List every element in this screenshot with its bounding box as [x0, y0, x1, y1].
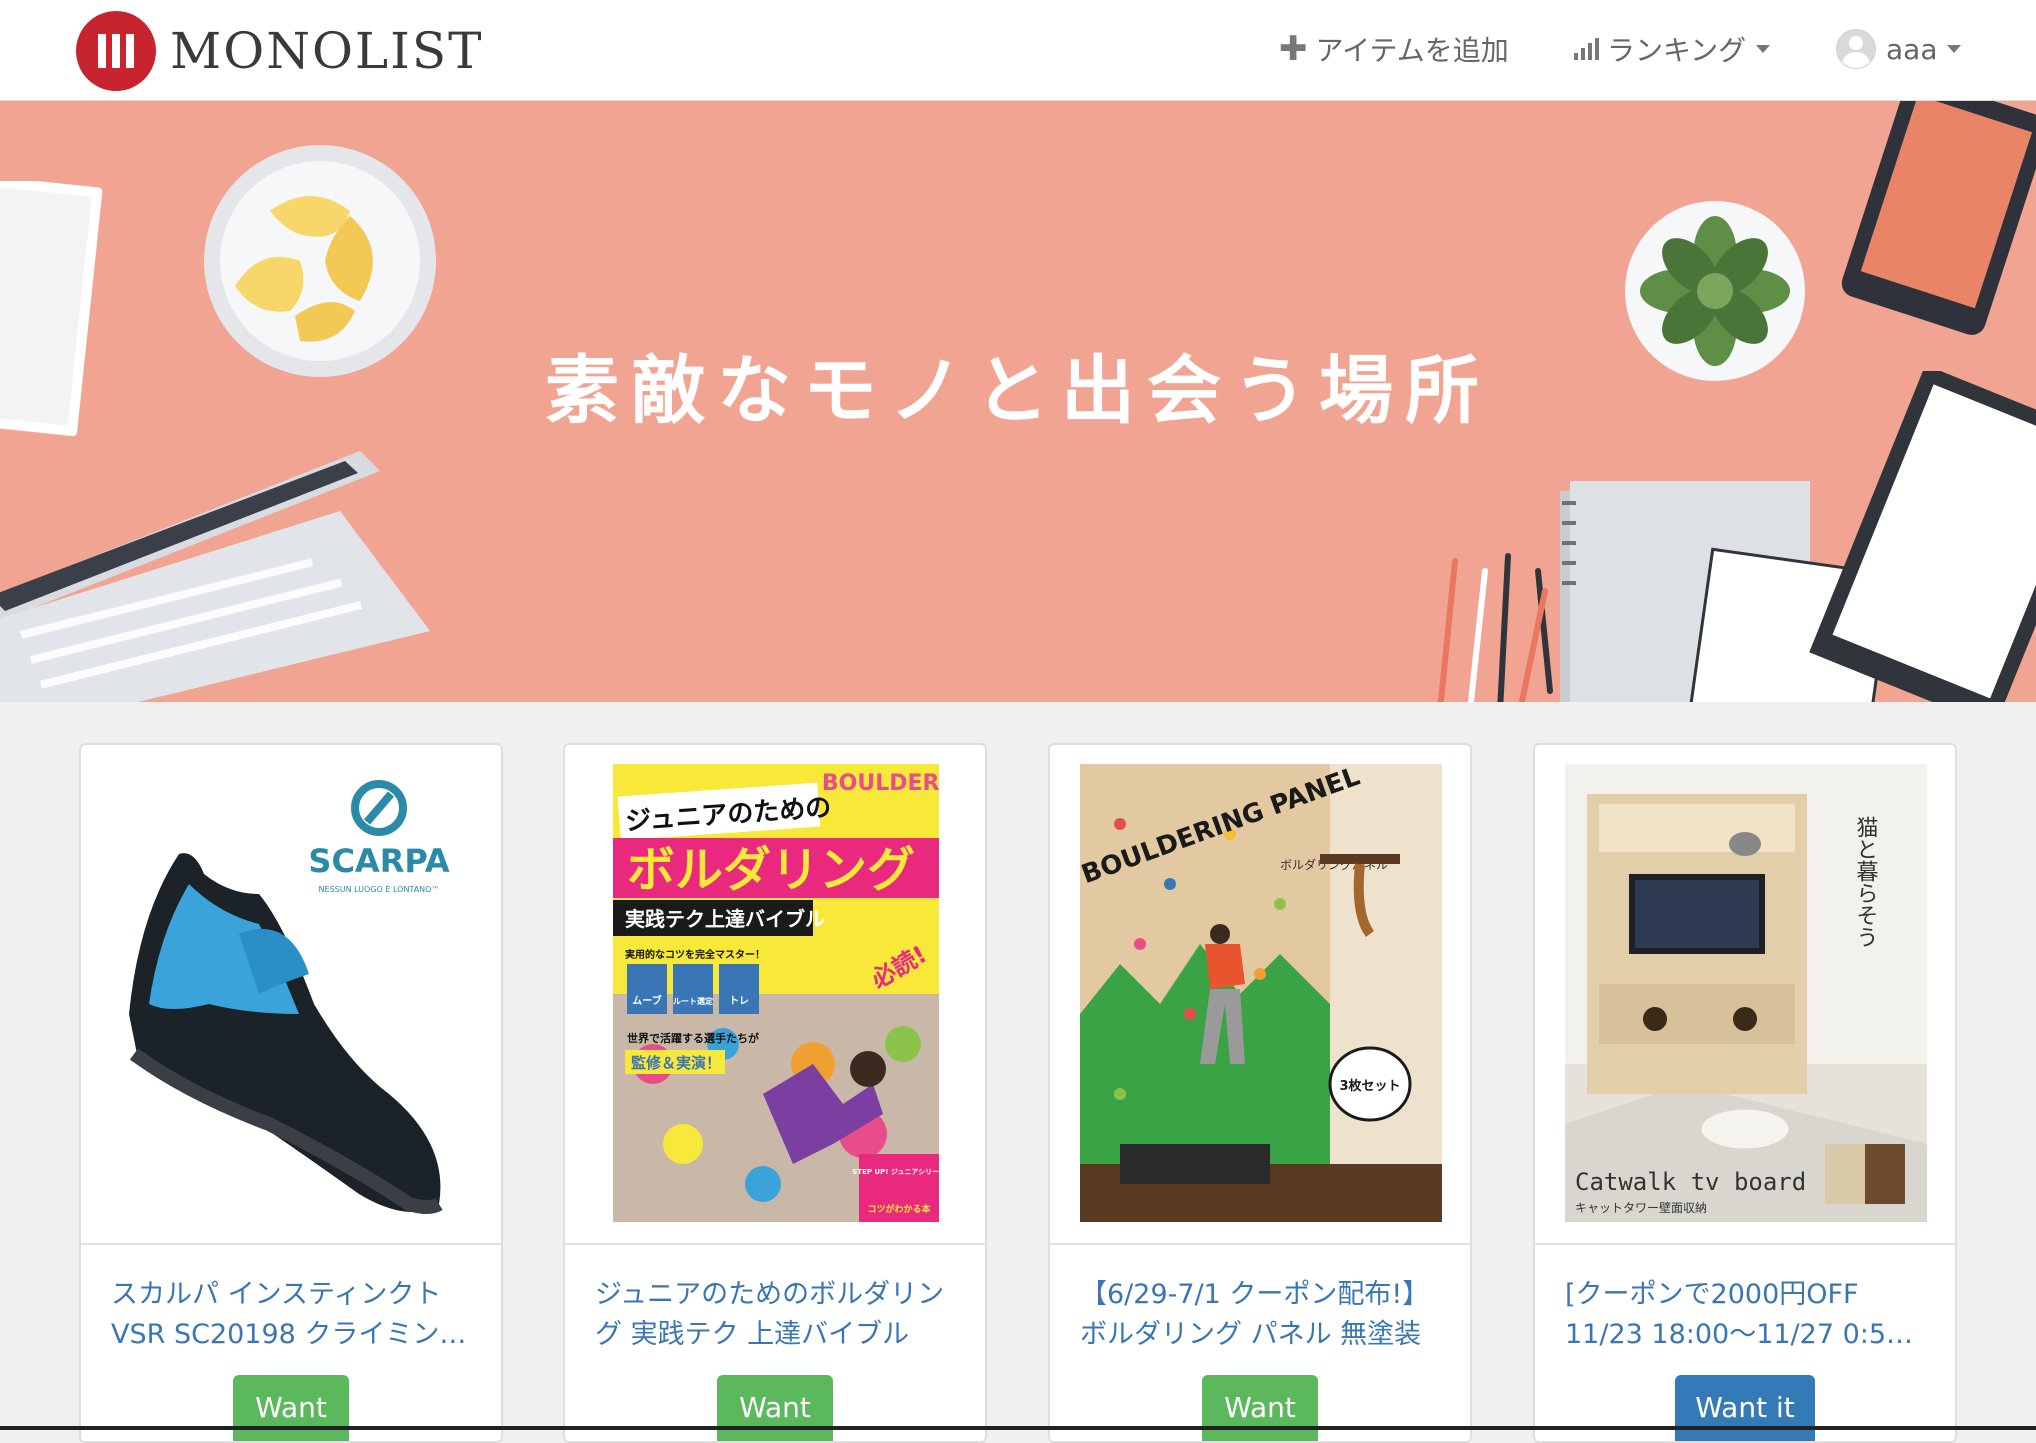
ranking-label: ランキング — [1607, 34, 1747, 67]
item-image[interactable]: SCARPA NESSUN LUOGO È LONTANO™ — [109, 764, 471, 1222]
scarpa-tagline: NESSUN LUOGO È LONTANO™ — [319, 883, 440, 894]
cover-line2: ボルダリング — [627, 842, 915, 898]
item-title-link[interactable]: 【6/29-7/1 クーポン配布!】ボルダリング パネル 無塗装 — [1080, 1275, 1440, 1355]
cover-sub3: 監修＆実演！ — [631, 1054, 721, 1072]
window-bottom-edge — [0, 1426, 2036, 1430]
item-card: BOULDERING ジュニアのための ボルダリング 実践テク上達バイブル 実用… — [563, 743, 987, 1443]
ranking-dropdown[interactable]: ランキング — [1574, 28, 1771, 70]
plus-icon: ✚ — [1279, 29, 1308, 69]
caret-down-icon — [1947, 45, 1962, 53]
want-it-button[interactable]: Want it — [1675, 1375, 1815, 1441]
product-sub: キャットタワー壁面収納 — [1575, 1200, 1707, 1215]
brand-logo-link[interactable]: MONOLIST — [76, 11, 484, 91]
signal-bars-icon — [1574, 38, 1599, 60]
avatar — [1836, 29, 1876, 69]
item-image[interactable]: BOULDERING PANEL ボルダリングパネル 3枚セット — [1080, 764, 1442, 1222]
want-button[interactable]: Want — [233, 1375, 349, 1441]
item-card: 猫と暮らそう Catwalk tv board キャットタワー壁面収納 [クーポ… — [1533, 743, 1957, 1443]
card-divider — [1050, 1243, 1470, 1245]
item-title-link[interactable]: [クーポンで2000円OFF 11/23 18:00〜11/27 0:59] キ… — [1565, 1275, 1925, 1355]
user-name: aaa — [1886, 32, 1938, 66]
want-button[interactable]: Want — [717, 1375, 833, 1441]
item-card: BOULDERING PANEL ボルダリングパネル 3枚セット 【6/29-7… — [1048, 743, 1472, 1443]
card-divider — [81, 1243, 501, 1245]
scarpa-logo-text: SCARPA — [308, 842, 449, 880]
laptop-illustration — [0, 451, 430, 702]
navbar: MONOLIST ✚ アイテムを追加 ランキング aaa — [0, 0, 2036, 101]
hero-banner: 素敵なモノと出会う場所 — [0, 101, 2036, 702]
item-card: SCARPA NESSUN LUOGO È LONTANO™ スカルパ インステ… — [79, 743, 503, 1443]
monolist-logo-icon — [76, 11, 156, 91]
panel-set-label: 3枚セット — [1339, 1078, 1400, 1094]
cover-badge1: ムーブ — [632, 994, 661, 1007]
product-name: Catwalk tv board — [1575, 1168, 1806, 1196]
hero-title: 素敵なモノと出会う場所 — [545, 348, 1491, 434]
want-button[interactable]: Want — [1202, 1375, 1318, 1441]
cover-line3: 実践テク上達バイブル — [625, 907, 825, 931]
add-item-label: アイテムを追加 — [1315, 34, 1509, 67]
tablet-illustration — [1841, 101, 2036, 335]
cover-badge2: ルート選定 — [673, 996, 713, 1006]
vertical-slogan: 猫と暮らそう — [1853, 816, 1879, 948]
cover-badge3: トレ — [729, 995, 749, 1007]
cover-series: STEP UP! ジュニアシリーズ — [852, 1167, 939, 1176]
brand-name: MONOLIST — [170, 22, 484, 80]
card-divider — [1535, 1243, 1955, 1245]
cover-sub2: 世界で活躍する選手たちが — [627, 1031, 759, 1045]
caret-down-icon — [1756, 45, 1771, 53]
add-item-link[interactable]: ✚ アイテムを追加 — [1279, 28, 1509, 70]
user-dropdown[interactable]: aaa — [1836, 28, 1962, 70]
item-image[interactable]: 猫と暮らそう Catwalk tv board キャットタワー壁面収納 — [1565, 764, 1927, 1222]
cover-sub1: 実用的なコツを完全マスター！ — [625, 948, 765, 961]
card-divider — [565, 1243, 985, 1245]
item-title-link[interactable]: スカルパ インスティンクト VSR SC20198 クライミングシューズ — [111, 1275, 471, 1355]
cover-series2: コツがわかる本 — [867, 1203, 931, 1215]
cover-top-text: BOULDERING — [822, 771, 939, 796]
item-image[interactable]: BOULDERING ジュニアのための ボルダリング 実践テク上達バイブル 実用… — [613, 764, 939, 1222]
item-title-link[interactable]: ジュニアのためのボルダリング 実践テク 上達バイブル — [595, 1275, 955, 1355]
